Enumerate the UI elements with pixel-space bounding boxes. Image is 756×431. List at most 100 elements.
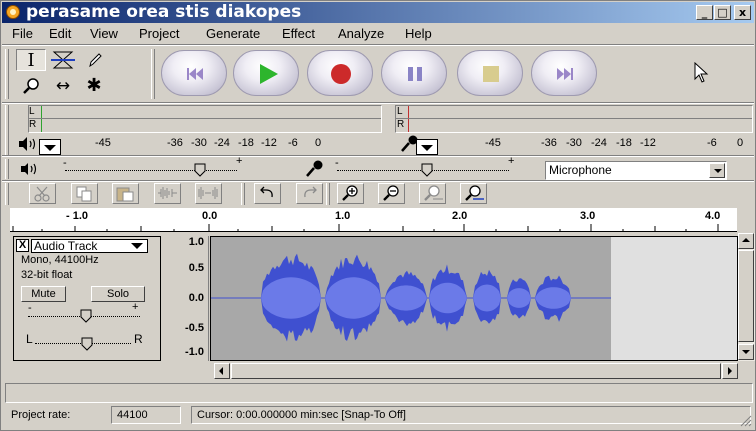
menu-help[interactable]: Help — [405, 26, 432, 41]
input-scale-24: -24 — [591, 137, 607, 149]
zoom-grip[interactable] — [326, 183, 330, 205]
pan-left-label: L — [26, 332, 33, 346]
edit-grip[interactable] — [5, 183, 9, 205]
stop-button[interactable] — [457, 50, 523, 96]
input-scale-45: -45 — [485, 137, 501, 149]
track-format: Mono, 44100Hz — [21, 254, 99, 266]
mixer-grip[interactable] — [5, 159, 9, 179]
scroll-down-button[interactable] — [738, 344, 754, 360]
redo-icon — [304, 186, 317, 198]
play-icon — [260, 64, 278, 84]
resize-grip-icon[interactable] — [738, 413, 752, 427]
trim-icon — [158, 187, 177, 199]
play-button[interactable] — [233, 50, 299, 96]
scroll-up-button[interactable] — [738, 233, 754, 249]
input-scale-18: -18 — [616, 137, 632, 149]
zoom-out-button[interactable] — [378, 183, 405, 204]
timeshift-tool-button[interactable]: ↔ — [48, 75, 78, 97]
input-source-select[interactable]: Microphone — [545, 161, 727, 180]
horizontal-scroll-thumb[interactable] — [231, 363, 721, 379]
menu-generate[interactable]: Generate — [206, 26, 260, 41]
track-close-button[interactable]: X — [16, 239, 29, 252]
output-volume-slider[interactable]: - + — [63, 155, 249, 177]
mute-button[interactable]: Mute — [21, 286, 66, 302]
copy-button[interactable] — [71, 183, 98, 204]
transport-grip[interactable] — [151, 49, 155, 99]
fit-selection-button[interactable] — [419, 183, 446, 204]
input-scale-30: -30 — [566, 137, 582, 149]
zoom-out-icon — [383, 185, 399, 201]
scissors-icon — [34, 186, 50, 202]
horizontal-scrollbar[interactable] — [214, 363, 738, 379]
redo-button[interactable] — [296, 183, 323, 204]
skip-to-end-button[interactable] — [531, 50, 597, 96]
menu-edit[interactable]: Edit — [49, 26, 71, 41]
tools-grip[interactable] — [5, 49, 9, 99]
menu-project[interactable]: Project — [139, 26, 179, 41]
solo-button[interactable]: Solo — [91, 286, 145, 302]
menu-view[interactable]: View — [90, 26, 118, 41]
output-level-meter[interactable] — [28, 105, 382, 133]
envelope-tool-button[interactable] — [48, 49, 78, 71]
draw-tool-button[interactable] — [79, 49, 109, 71]
track-gain-slider[interactable]: - + — [26, 301, 146, 323]
multi-tool-button[interactable]: ✱ — [79, 75, 109, 97]
fit-project-button[interactable] — [460, 183, 487, 204]
title-bar[interactable]: perasame orea stis diakopes _ □ x — [2, 2, 754, 23]
record-button[interactable] — [307, 50, 373, 96]
scroll-right-button[interactable] — [722, 363, 738, 379]
trim-button[interactable] — [154, 183, 181, 204]
input-volume-thumb[interactable] — [421, 163, 433, 177]
arrow-down-icon — [742, 350, 750, 354]
arrow-up-icon — [742, 238, 750, 242]
input-source-dropdown-button[interactable] — [709, 163, 725, 178]
zoom-in-button[interactable] — [337, 183, 364, 204]
maximize-button[interactable]: □ — [714, 5, 731, 20]
minimize-button[interactable]: _ — [696, 5, 713, 20]
output-scale-30: -30 — [191, 137, 207, 149]
input-volume-slider[interactable]: - + — [335, 155, 521, 177]
undo-button[interactable] — [254, 183, 281, 204]
waveform-canvas — [211, 237, 737, 360]
silence-icon — [198, 187, 218, 199]
input-level-meter[interactable] — [395, 105, 753, 133]
track-pan-slider[interactable]: L R — [26, 331, 146, 351]
waveform-display[interactable] — [210, 236, 738, 361]
output-meter-menu-button[interactable] — [39, 139, 61, 155]
input-meter-menu-button[interactable] — [416, 139, 438, 155]
ruler-ticks — [12, 224, 719, 232]
gain-thumb[interactable] — [80, 309, 92, 323]
silence-button[interactable] — [195, 183, 222, 204]
copy-icon — [76, 186, 92, 202]
zoom-in-icon — [342, 185, 358, 201]
undo-icon — [260, 186, 273, 198]
stop-icon — [483, 66, 499, 82]
meter-grip[interactable] — [5, 105, 9, 155]
menu-analyze[interactable]: Analyze — [338, 26, 384, 41]
undo-grip[interactable] — [241, 183, 245, 205]
zoom-tool-button[interactable] — [16, 75, 46, 97]
vertical-scrollbar[interactable] — [738, 233, 755, 361]
vertical-scroll-thumb[interactable] — [738, 250, 754, 342]
input-right-label: R — [397, 119, 405, 130]
close-button[interactable]: x — [734, 5, 751, 20]
track-name-menu[interactable]: Audio Track — [31, 239, 148, 253]
pan-thumb[interactable] — [81, 337, 93, 351]
pan-right-label: R — [134, 332, 143, 346]
app-icon[interactable] — [6, 5, 20, 19]
menu-effect[interactable]: Effect — [282, 26, 315, 41]
output-volume-track — [65, 170, 237, 171]
track-control-panel[interactable]: X Audio Track Mono, 44100Hz 32-bit float… — [13, 236, 161, 361]
project-rate-field[interactable]: 44100 — [111, 406, 181, 424]
timeline-ruler[interactable]: - 1.0 0.0 1.0 2.0 3.0 4.0 — [10, 208, 737, 232]
paste-button[interactable] — [112, 183, 139, 204]
input-scale-36: -36 — [541, 137, 557, 149]
selection-tool-button[interactable]: I — [16, 49, 46, 71]
pause-button[interactable] — [381, 50, 447, 96]
skip-to-start-button[interactable] — [161, 50, 227, 96]
output-volume-thumb[interactable] — [194, 163, 206, 177]
menu-file[interactable]: File — [12, 26, 33, 41]
scroll-left-button[interactable] — [214, 363, 230, 379]
cut-button[interactable] — [29, 183, 56, 204]
ibeam-icon: I — [27, 50, 35, 71]
